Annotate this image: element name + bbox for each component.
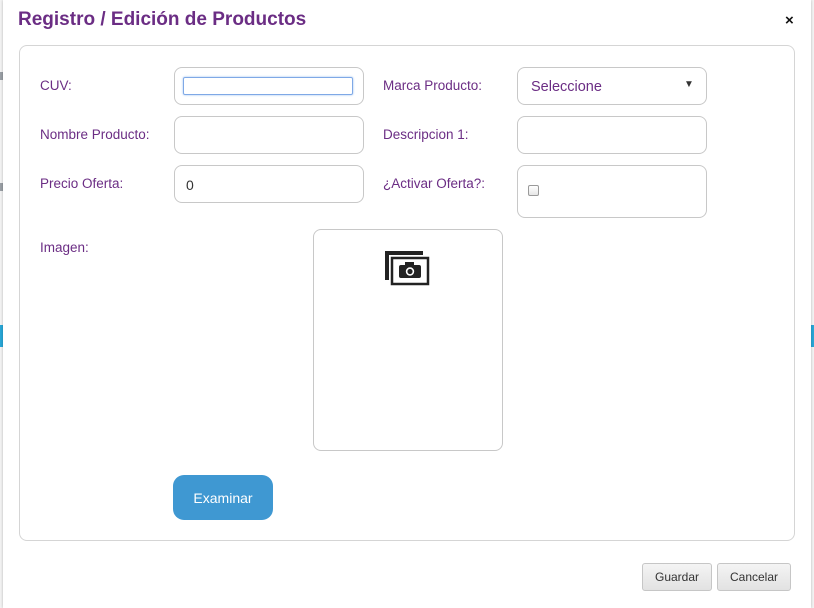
cuv-field[interactable] (174, 67, 364, 105)
image-preview (313, 229, 503, 451)
precio-oferta-input[interactable]: 0 (174, 165, 364, 203)
dialog-title: Registro / Edición de Productos (18, 9, 307, 30)
marca-producto-select[interactable]: Seleccione ▼ (517, 67, 707, 105)
examinar-button[interactable]: Examinar (173, 475, 273, 520)
activar-oferta-field (517, 165, 707, 218)
cuv-input[interactable] (183, 77, 353, 95)
form-panel: CUV: Marca Producto: Seleccione ▼ Nombre… (19, 45, 795, 541)
imagen-label: Imagen: (40, 240, 89, 255)
activar-oferta-checkbox[interactable] (528, 185, 539, 196)
cancelar-button[interactable]: Cancelar (717, 563, 791, 591)
chevron-down-icon: ▼ (684, 79, 694, 90)
descripcion-label: Descripcion 1: (383, 127, 469, 142)
marca-producto-selected: Seleccione (531, 79, 602, 95)
cuv-label: CUV: (40, 78, 72, 93)
photo-gallery-camera-icon (385, 251, 430, 286)
product-dialog: Registro / Edición de Productos × CUV: M… (3, 0, 811, 608)
precio-oferta-value: 0 (186, 177, 194, 193)
activar-oferta-label: ¿Activar Oferta?: (383, 176, 486, 191)
close-icon[interactable]: × (785, 12, 799, 30)
guardar-button[interactable]: Guardar (642, 563, 712, 591)
nombre-producto-label: Nombre Producto: (40, 127, 150, 142)
precio-oferta-label: Precio Oferta: (40, 176, 124, 191)
descripcion-input[interactable] (517, 116, 707, 154)
nombre-producto-input[interactable] (174, 116, 364, 154)
marca-producto-label: Marca Producto: (383, 78, 483, 93)
